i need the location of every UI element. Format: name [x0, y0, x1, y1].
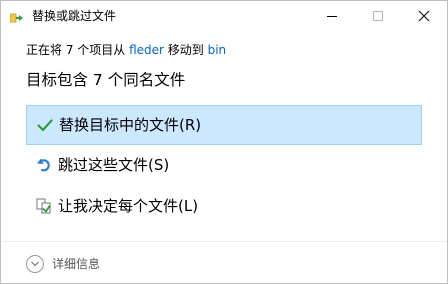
destination-folder-link[interactable]: bin: [208, 43, 227, 57]
file-move-icon: [9, 10, 24, 23]
skip-files-label: 跳过这些文件(S): [58, 156, 170, 174]
more-details-toggle[interactable]: 详细信息: [26, 254, 136, 276]
footer-divider: [2, 241, 447, 242]
maximize-button[interactable]: [355, 1, 401, 31]
decide-each-file-option[interactable]: 让我决定每个文件(L): [26, 187, 422, 227]
conflict-heading: 目标包含 7 个同名文件: [26, 71, 186, 89]
more-details-label: 详细信息: [52, 257, 101, 271]
move-info-middle: 移动到: [163, 43, 208, 57]
chevron-down-icon: [26, 255, 44, 273]
minimize-icon: [327, 16, 337, 17]
compare-files-icon: [36, 198, 52, 214]
source-folder-link[interactable]: fleder: [129, 43, 164, 57]
skip-arrow-icon: [36, 157, 52, 173]
replace-files-label: 替换目标中的文件(R): [59, 116, 202, 134]
replace-or-skip-dialog: 替换或跳过文件 正在将 7 个项目从 fleder 移动到 bin 目标包含 7…: [0, 0, 448, 284]
window-title: 替换或跳过文件: [32, 9, 117, 23]
decide-each-file-label: 让我决定每个文件(L): [58, 197, 199, 215]
replace-files-option[interactable]: 替换目标中的文件(R): [26, 105, 422, 145]
close-icon: [418, 10, 430, 22]
checkmark-icon: [37, 117, 53, 133]
title-bar[interactable]: 替换或跳过文件: [1, 1, 447, 31]
maximize-icon: [373, 11, 383, 21]
skip-files-option[interactable]: 跳过这些文件(S): [26, 146, 422, 186]
move-status-text: 正在将 7 个项目从 fleder 移动到 bin: [26, 42, 226, 59]
minimize-button[interactable]: [309, 1, 355, 31]
move-info-prefix: 正在将 7 个项目从: [26, 43, 130, 57]
close-button[interactable]: [401, 1, 447, 31]
